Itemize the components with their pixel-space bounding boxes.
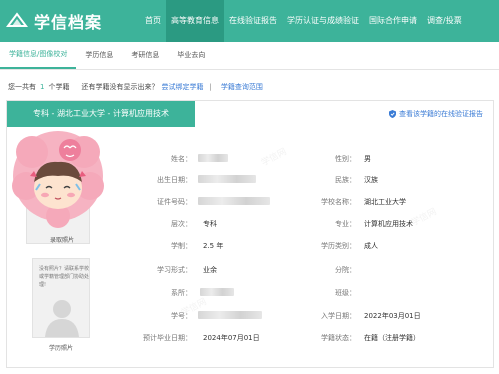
- ethnicity-value: 汉族: [364, 176, 378, 184]
- department-redacted: [200, 288, 234, 296]
- record-summary: 您一共有 1 个学籍 还有学籍没有显示出来？ 尝试绑定学籍 | 学籍查询范围: [8, 80, 263, 94]
- enrollment-date-label: 入学日期：: [321, 312, 356, 320]
- nav-item-degree-certification[interactable]: 学历认证与成绩验证: [282, 0, 364, 42]
- birth-date-redacted: [198, 175, 256, 183]
- main-nav: 首页 高等教育信息 在线验证报告 学历认证与成绩验证 国际合作申请 调查/投票: [140, 0, 467, 42]
- name-label: 姓名：: [171, 155, 192, 163]
- id-number-redacted: [198, 197, 270, 205]
- nav-item-online-verification[interactable]: 在线验证报告: [224, 0, 282, 42]
- major-label: 专业：: [335, 220, 356, 228]
- shield-icon: [389, 110, 396, 118]
- avatar-sticker: [10, 124, 106, 230]
- nav-item-home[interactable]: 首页: [140, 0, 166, 42]
- tab-degree-info[interactable]: 学历信息: [76, 41, 122, 69]
- status-value: 在籍（注册学籍）: [364, 334, 420, 342]
- status-label: 学籍状态：: [321, 334, 356, 342]
- verify-report-link[interactable]: 查看该学籍的在线验证报告: [389, 109, 483, 119]
- student-id-redacted: [198, 311, 262, 319]
- degree-photo-label: 学历照片: [49, 345, 74, 352]
- name-redacted: [198, 154, 228, 162]
- summary-suffix: 个学籍: [48, 83, 70, 91]
- expected-graduation-value: 2024年07月01日: [203, 334, 260, 342]
- degree-photo: 没有照片？请联系学校或学籍管理部门协助处理!: [32, 258, 90, 338]
- record-count: 1: [40, 83, 45, 91]
- sub-navigation: 学籍信息/图像校对 学历信息 考研信息 毕业去向: [0, 42, 499, 70]
- separator: |: [209, 83, 212, 91]
- student-id-label: 学号：: [171, 312, 192, 320]
- enrollment-date-value: 2022年03月01日: [364, 312, 421, 320]
- gender-label: 性别：: [335, 155, 356, 163]
- query-scope-link[interactable]: 学籍查询范围: [221, 82, 263, 92]
- bind-record-link[interactable]: 尝试绑定学籍: [161, 82, 203, 92]
- site-logo[interactable]: 学信档案: [6, 9, 140, 33]
- branch-label: 分院：: [335, 266, 356, 274]
- duration-value: 2.5 年: [203, 242, 224, 250]
- class-label: 班级：: [335, 289, 356, 297]
- enrollment-photo-label: 录取照片: [50, 237, 75, 244]
- top-navigation-bar: 学信档案 首页 高等教育信息 在线验证报告 学历认证与成绩验证 国际合作申请 调…: [0, 0, 499, 42]
- degree-category-label: 学历类别：: [321, 242, 356, 250]
- degree-category-value: 成人: [364, 242, 378, 250]
- nav-item-international[interactable]: 国际合作申请: [364, 0, 422, 42]
- person-silhouette-icon: [45, 300, 79, 337]
- summary-prefix: 您一共有: [8, 83, 36, 91]
- nav-item-survey[interactable]: 调查/投票: [422, 0, 467, 42]
- study-mode-label: 学习形式：: [157, 266, 192, 274]
- logo-icon: [6, 12, 28, 27]
- no-photo-note: 没有照片？请联系学校或学籍管理部门协助处理!: [39, 266, 90, 288]
- level-label: 层次：: [171, 220, 192, 228]
- logo-text: 学信档案: [34, 13, 103, 32]
- level-value: 专科: [203, 220, 217, 228]
- verify-report-label: 查看该学籍的在线验证报告: [399, 110, 483, 118]
- department-label: 系所：: [171, 289, 192, 297]
- birth-date-label: 出生日期：: [157, 176, 192, 184]
- school-name-value: 湖北工业大学: [364, 198, 406, 206]
- tab-graduation-destination[interactable]: 毕业去向: [168, 41, 214, 69]
- nav-item-higher-education[interactable]: 高等教育信息: [166, 0, 224, 42]
- id-number-label: 证件号码：: [157, 198, 192, 206]
- missing-question: 还有学籍没有显示出来？: [81, 83, 159, 91]
- gender-value: 男: [364, 155, 371, 163]
- study-mode-value: 业余: [203, 266, 217, 274]
- ethnicity-label: 民族：: [335, 176, 356, 184]
- tab-student-status[interactable]: 学籍信息/图像校对: [0, 41, 77, 69]
- major-value: 计算机应用技术: [364, 220, 413, 228]
- tab-postgrad-exam[interactable]: 考研信息: [122, 41, 168, 69]
- expected-graduation-label: 预计毕业日期：: [143, 334, 192, 342]
- duration-label: 学制：: [171, 242, 192, 250]
- school-name-label: 学校名称：: [321, 198, 356, 206]
